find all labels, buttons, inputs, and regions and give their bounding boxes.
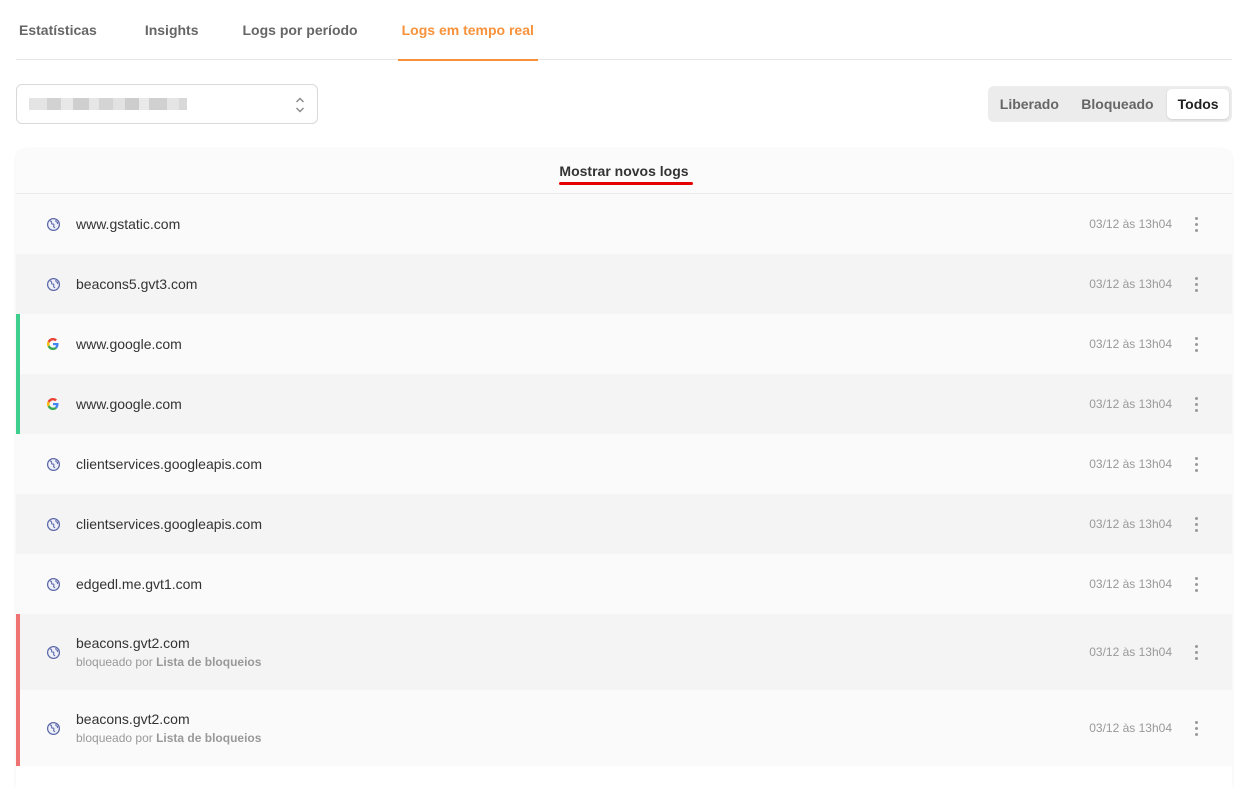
log-domain: beacons5.gvt3.com [76, 276, 198, 292]
logs-header: Mostrar novos logs [16, 149, 1232, 194]
filter-bloqueado[interactable]: Bloqueado [1068, 89, 1168, 119]
blocked-by-label: bloqueado por [76, 655, 153, 669]
more-options-icon[interactable] [1190, 214, 1202, 234]
log-timestamp: 03/12 às 13h04 [1089, 457, 1172, 471]
log-domain: www.gstatic.com [76, 216, 181, 232]
log-timestamp: 03/12 às 13h04 [1089, 721, 1172, 735]
log-row-text: edgedl.me.gvt1.com [76, 575, 202, 593]
log-domain: edgedl.me.gvt1.com [76, 576, 203, 592]
log-domain: www.google.com [76, 396, 182, 412]
log-domain: www.google.com [76, 336, 182, 352]
globe-icon [45, 644, 61, 660]
log-list: www.gstatic.com 03/12 às 13h04 beacons5.gv… [16, 194, 1232, 766]
tab-logs-por-periodo[interactable]: Logs por período [239, 0, 362, 60]
tab-estatisticas[interactable]: Estatísticas [16, 0, 101, 60]
globe-icon [45, 516, 61, 532]
log-row-text: www.google.com [76, 395, 182, 413]
log-timestamp: 03/12 às 13h04 [1089, 645, 1172, 659]
log-row-text: beacons.gvt2.com bloqueado por Lista de b… [76, 710, 261, 746]
log-timestamp: 03/12 às 13h04 [1089, 397, 1172, 411]
filter-todos[interactable]: Todos [1167, 89, 1229, 119]
more-options-icon[interactable] [1190, 454, 1202, 474]
device-select[interactable] [16, 84, 318, 124]
log-domain: clientservices.googleapis.com [76, 516, 262, 532]
chevron-updown-icon [296, 97, 304, 113]
log-timestamp: 03/12 às 13h04 [1089, 217, 1172, 231]
log-row[interactable]: beacons5.gvt3.com 03/12 às 13h04 [16, 254, 1232, 314]
block-source: Lista de bloqueios [156, 731, 262, 745]
show-new-logs-button[interactable]: Mostrar novos logs [554, 163, 693, 179]
log-row[interactable]: clientservices.googleapis.com 03/12 às 13… [16, 434, 1232, 494]
tab-bar: Estatísticas Insights Logs por período L… [16, 0, 1232, 61]
device-name-redacted [29, 98, 187, 110]
log-row[interactable]: clientservices.googleapis.com 03/12 às 13… [16, 494, 1232, 554]
google-icon [45, 336, 61, 352]
log-timestamp: 03/12 às 13h04 [1089, 337, 1172, 351]
more-options-icon[interactable] [1190, 394, 1202, 414]
log-row[interactable]: edgedl.me.gvt1.com 03/12 às 13h04 [16, 554, 1232, 614]
log-domain: clientservices.googleapis.com [76, 456, 262, 472]
highlight-underline [559, 182, 693, 185]
log-domain: beacons.gvt2.com [76, 711, 190, 727]
blocked-reason: bloqueado por Lista de bloqueios [76, 730, 261, 746]
status-filter: Liberado Bloqueado Todos [988, 86, 1232, 122]
log-timestamp: 03/12 às 13h04 [1089, 277, 1172, 291]
logs-panel: Mostrar novos logs www.gstatic.com 03/12 … [16, 149, 1232, 789]
log-row-text: www.gstatic.com [76, 215, 180, 233]
log-timestamp: 03/12 às 13h04 [1089, 577, 1172, 591]
globe-icon [45, 216, 61, 232]
log-row-text: beacons5.gvt3.com [76, 275, 197, 293]
blocked-reason: bloqueado por Lista de bloqueios [76, 654, 261, 670]
more-options-icon[interactable] [1190, 718, 1202, 738]
tab-logs-em-tempo-real[interactable]: Logs em tempo real [397, 0, 539, 61]
log-row[interactable]: www.google.com 03/12 às 13h04 [16, 374, 1232, 434]
google-icon [45, 396, 61, 412]
more-options-icon[interactable] [1190, 274, 1202, 294]
log-domain: beacons.gvt2.com [76, 635, 190, 651]
globe-icon [45, 276, 61, 292]
globe-icon [45, 576, 61, 592]
log-row-text: clientservices.googleapis.com [76, 515, 262, 533]
globe-icon [45, 720, 61, 736]
log-row[interactable]: beacons.gvt2.com bloqueado por Lista de b… [16, 614, 1232, 690]
filter-liberado[interactable]: Liberado [991, 89, 1068, 119]
more-options-icon[interactable] [1190, 642, 1202, 662]
blocked-by-label: bloqueado por [76, 731, 153, 745]
more-options-icon[interactable] [1190, 514, 1202, 534]
more-options-icon[interactable] [1190, 574, 1202, 594]
globe-icon [45, 456, 61, 472]
log-row[interactable]: www.google.com 03/12 às 13h04 [16, 314, 1232, 374]
more-options-icon[interactable] [1190, 334, 1202, 354]
tab-insights[interactable]: Insights [141, 0, 203, 60]
log-row-text: www.google.com [76, 335, 182, 353]
block-source: Lista de bloqueios [156, 655, 262, 669]
log-row-text: beacons.gvt2.com bloqueado por Lista de b… [76, 634, 261, 670]
log-row[interactable]: www.gstatic.com 03/12 às 13h04 [16, 194, 1232, 254]
log-row[interactable]: beacons.gvt2.com bloqueado por Lista de b… [16, 690, 1232, 766]
log-row-text: clientservices.googleapis.com [76, 455, 262, 473]
log-timestamp: 03/12 às 13h04 [1089, 517, 1172, 531]
